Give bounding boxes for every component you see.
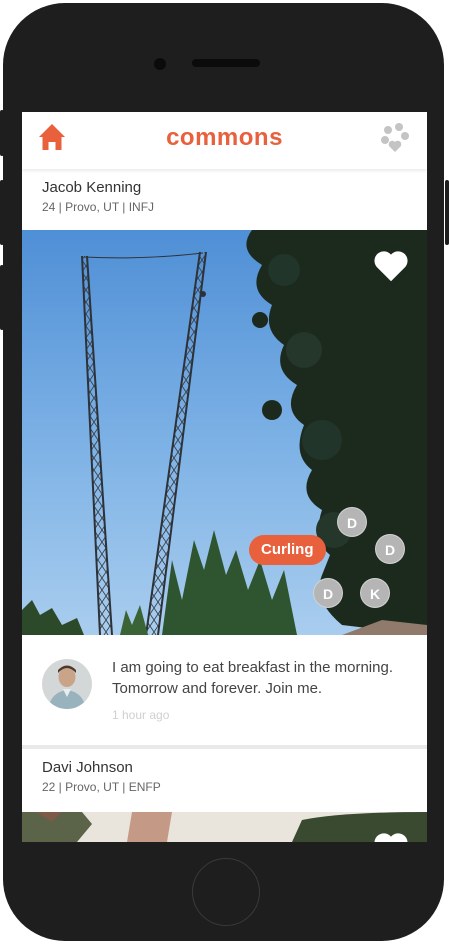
user-name[interactable]: Davi Johnson bbox=[42, 759, 133, 776]
app-logo: commons bbox=[166, 124, 283, 151]
groups-icon[interactable] bbox=[379, 122, 411, 154]
like-heart-icon[interactable] bbox=[372, 248, 410, 284]
poster-avatar[interactable] bbox=[42, 659, 92, 709]
card-header[interactable]: Davi Johnson 22 | Provo, UT | ENFP bbox=[22, 749, 427, 809]
front-camera bbox=[154, 58, 166, 70]
photo-image bbox=[22, 230, 427, 635]
interest-tag[interactable]: Curling bbox=[249, 535, 326, 565]
post-message: I am going to eat breakfast in the morni… bbox=[112, 659, 393, 697]
photo-image bbox=[22, 812, 427, 842]
like-heart-icon[interactable] bbox=[372, 830, 410, 842]
participant-avatar[interactable]: D bbox=[337, 507, 367, 537]
participant-avatar[interactable]: D bbox=[375, 534, 405, 564]
earpiece-speaker bbox=[192, 59, 260, 67]
user-meta: 24 | Provo, UT | INFJ bbox=[42, 200, 155, 214]
user-meta: 22 | Provo, UT | ENFP bbox=[42, 780, 161, 794]
user-name[interactable]: Jacob Kenning bbox=[42, 179, 141, 196]
card-header[interactable]: Jacob Kenning 24 | Provo, UT | INFJ bbox=[22, 169, 427, 229]
power-button bbox=[445, 180, 449, 245]
post-photo[interactable]: Curling D D D K bbox=[22, 230, 427, 635]
participant-avatar[interactable]: K bbox=[360, 578, 390, 608]
post-timestamp: 1 hour ago bbox=[112, 708, 170, 722]
hardware-home-button bbox=[192, 858, 260, 926]
app-header: commons bbox=[22, 112, 427, 169]
app-screen: commons Jacob Kenning 24 | Provo, UT | I… bbox=[22, 112, 427, 842]
post-photo[interactable] bbox=[22, 812, 427, 842]
status-post: I am going to eat breakfast in the morni… bbox=[22, 635, 427, 745]
participant-avatar[interactable]: D bbox=[313, 578, 343, 608]
